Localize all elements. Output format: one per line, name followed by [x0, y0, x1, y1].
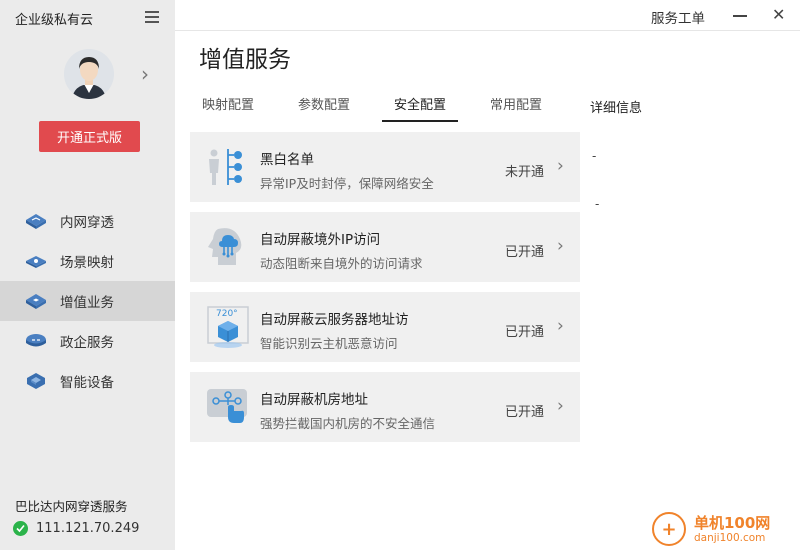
card-description: 异常IP及时封停，保障网络安全	[260, 176, 434, 191]
plus-circle-icon: +	[652, 512, 686, 546]
card-title: 自动屏蔽云服务器地址访	[260, 312, 409, 328]
card-blacklist[interactable]: 黑白名单 异常IP及时封停，保障网络安全 未开通 ›	[190, 132, 580, 202]
sidebar-item-smart-device[interactable]: 智能设备	[0, 361, 175, 401]
service-order-button[interactable]: 服务工单	[651, 7, 705, 27]
card-description: 智能识别云主机恶意访问	[260, 336, 398, 351]
chevron-right-icon: ›	[557, 236, 564, 256]
scene-mapping-icon	[25, 252, 47, 270]
watermark-name: 单机100网	[694, 513, 771, 532]
network-penetration-icon	[25, 212, 47, 230]
app-title: 企业级私有云	[15, 13, 94, 28]
check-circle-icon	[13, 521, 28, 536]
detail-value: -	[592, 149, 597, 163]
ip-address: 111.121.70.249	[36, 521, 140, 536]
government-service-icon	[25, 332, 47, 350]
card-description: 动态阻断来自境外的访问请求	[260, 256, 423, 271]
tab-security-config[interactable]: 安全配置	[382, 96, 459, 122]
blacklist-icon	[204, 143, 252, 191]
badge-720: 720°	[216, 309, 238, 319]
tab-common-config[interactable]: 常用配置	[478, 96, 554, 122]
card-title: 自动屏蔽境外IP访问	[260, 232, 381, 248]
value-added-icon	[25, 292, 47, 310]
tab-mapping-config[interactable]: 映射配置	[190, 96, 266, 122]
service-label: 巴比达内网穿透服务	[15, 499, 128, 514]
card-title: 自动屏蔽机房地址	[260, 392, 368, 408]
sidebar-item-network-penetration[interactable]: 内网穿透	[0, 201, 175, 241]
minimize-icon[interactable]	[733, 7, 747, 23]
tab-parameter-config[interactable]: 参数配置	[286, 96, 362, 122]
sidebar-item-label: 智能设备	[60, 375, 114, 391]
card-status: 已开通	[505, 325, 545, 340]
card-status: 已开通	[505, 405, 545, 420]
sidebar-item-label: 场景映射	[60, 255, 114, 271]
chevron-right-icon: ›	[557, 396, 564, 416]
card-cloud-server-block[interactable]: 720° 自动屏蔽云服务器地址访 智能识别云主机恶意访问 已开通 ›	[190, 292, 580, 362]
chevron-right-icon: ›	[557, 316, 564, 336]
card-foreign-ip-block[interactable]: 自动屏蔽境外IP访问 动态阻断来自境外的访问请求 已开通 ›	[190, 212, 580, 282]
sidebar-item-government-service[interactable]: 政企服务	[0, 321, 175, 361]
profile-chevron-right-icon[interactable]: ›	[141, 64, 149, 84]
datacenter-block-icon	[204, 383, 252, 431]
sidebar-item-label: 增值业务	[60, 295, 114, 311]
avatar[interactable]	[64, 49, 114, 99]
cloud-server-block-icon: 720°	[204, 303, 252, 351]
smart-device-icon	[25, 372, 47, 390]
hamburger-menu-icon[interactable]	[145, 11, 159, 23]
connection-status: 111.121.70.249	[13, 521, 139, 536]
page-title: 增值服务	[199, 47, 291, 73]
sidebar-nav: 内网穿透 场景映射 增值业务 政企服务 智能设备	[0, 201, 175, 401]
upgrade-button[interactable]: 开通正式版	[39, 121, 140, 152]
detail-value: -	[595, 197, 600, 211]
watermark-logo: + 单机100网 danji100.com	[650, 508, 800, 550]
sidebar-item-value-added[interactable]: 增值业务	[0, 281, 175, 321]
title-divider	[175, 30, 800, 31]
security-card-list: 黑白名单 异常IP及时封停，保障网络安全 未开通 › 自动屏蔽境外IP访问 动态…	[190, 132, 580, 452]
sidebar-item-scene-mapping[interactable]: 场景映射	[0, 241, 175, 281]
sidebar-item-label: 政企服务	[60, 335, 114, 351]
card-title: 黑白名单	[260, 152, 314, 168]
chevron-right-icon: ›	[557, 156, 564, 176]
detail-title: 详细信息	[590, 101, 643, 116]
sidebar-item-label: 内网穿透	[60, 215, 114, 231]
close-icon[interactable]: ✕	[772, 7, 788, 23]
card-status: 未开通	[505, 165, 545, 180]
sidebar: 企业级私有云 › 开通正式版 内网穿透 场景映射 增值业务 政企服务 智能设备 …	[0, 0, 175, 550]
tab-bar: 映射配置 参数配置 安全配置 常用配置	[190, 96, 574, 122]
card-status: 已开通	[505, 245, 545, 260]
card-description: 强势拦截国内机房的不安全通信	[260, 416, 436, 431]
foreign-ip-block-icon	[204, 223, 252, 271]
watermark-domain: danji100.com	[694, 531, 766, 544]
card-datacenter-block[interactable]: 自动屏蔽机房地址 强势拦截国内机房的不安全通信 已开通 ›	[190, 372, 580, 442]
